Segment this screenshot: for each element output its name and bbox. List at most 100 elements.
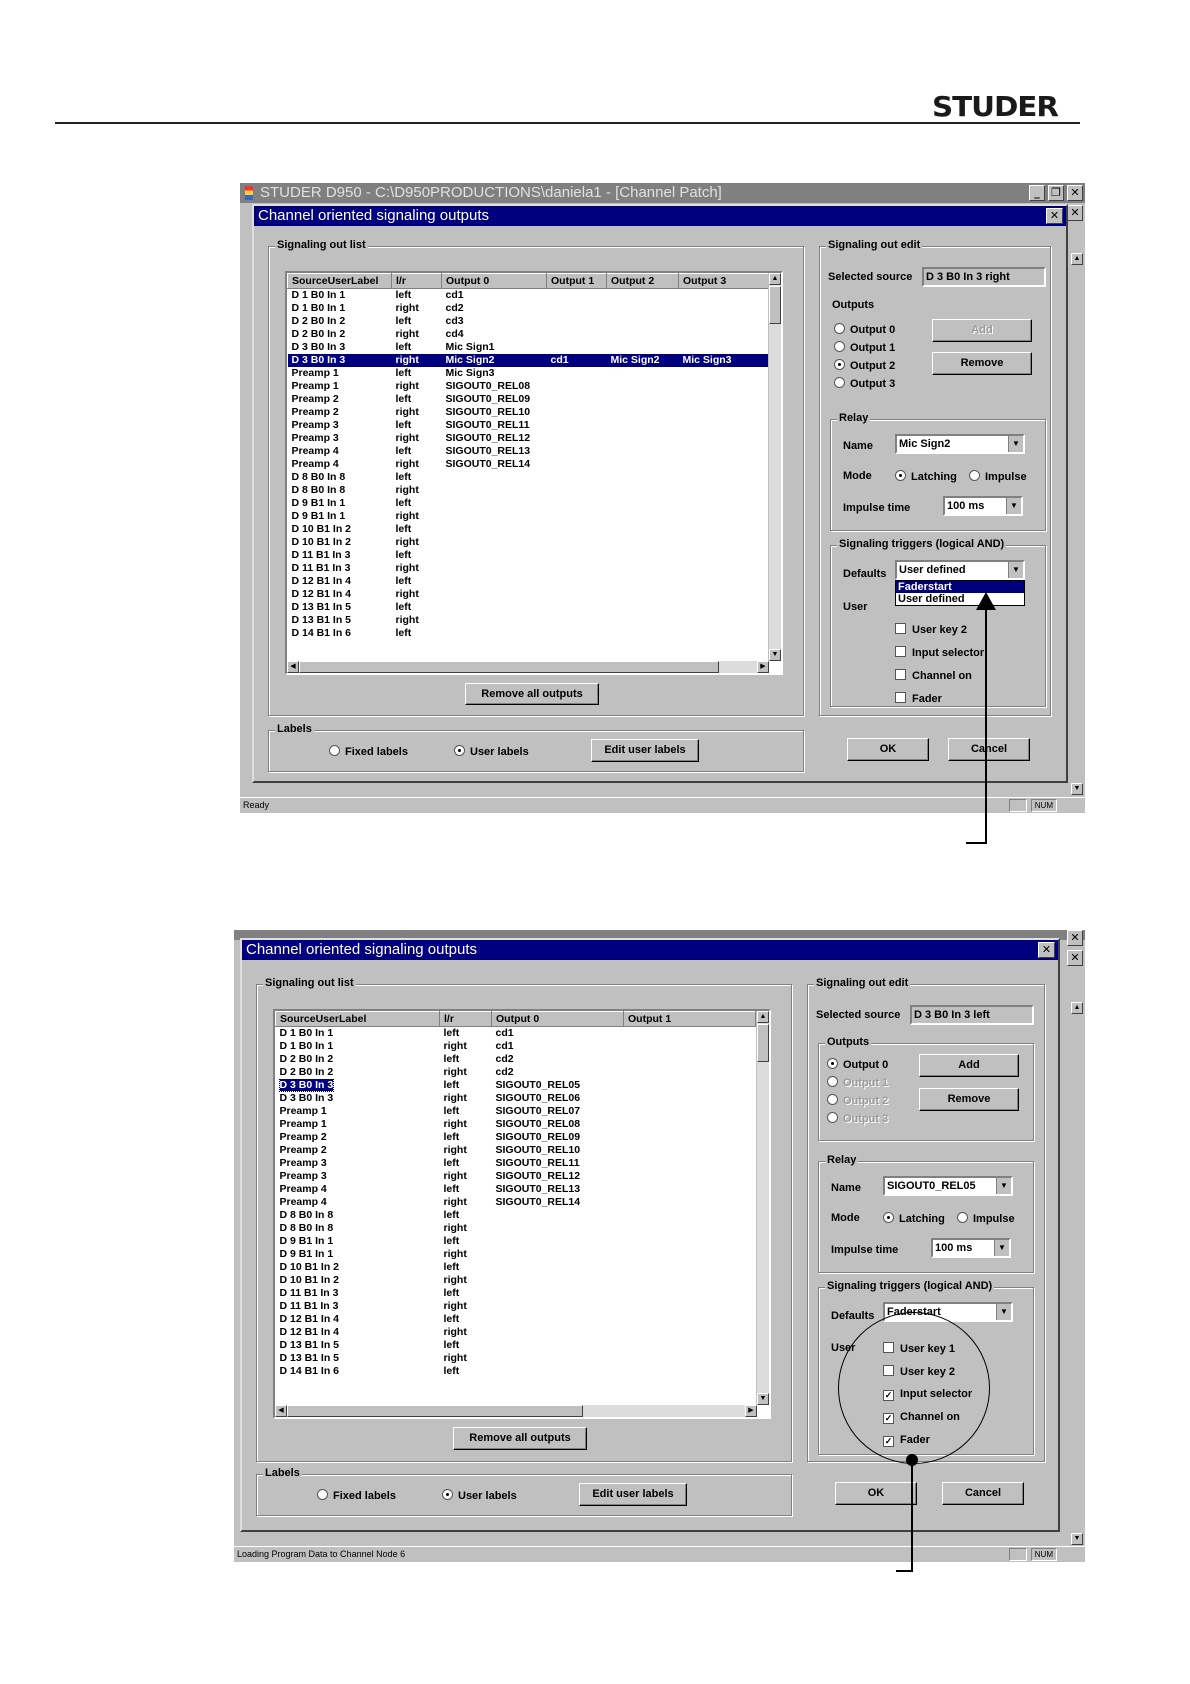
table-horizontal-scrollbar[interactable]: ◀ ▶ bbox=[287, 661, 769, 673]
mdi-close-icon[interactable]: ✕ bbox=[1067, 950, 1083, 966]
relay-name-select[interactable]: SIGOUT0_REL05 ▼ bbox=[883, 1176, 1013, 1196]
dropdown-arrow-icon[interactable]: ▼ bbox=[1008, 436, 1023, 452]
col-output-2[interactable]: Output 2 bbox=[606, 273, 679, 289]
impulse-time-select[interactable]: 100 ms ▼ bbox=[943, 496, 1023, 516]
table-row[interactable]: Preamp 1 left SIGOUT0_REL07 bbox=[276, 1105, 756, 1118]
col-output-0[interactable]: Output 0 bbox=[491, 1011, 624, 1027]
scroll-down-arrow-icon[interactable]: ▼ bbox=[757, 1393, 769, 1405]
dropdown-option-user-defined[interactable]: User defined bbox=[896, 593, 1024, 605]
table-row[interactable]: D 8 B0 In 8 right bbox=[288, 484, 771, 497]
table-row[interactable]: D 9 B1 In 1 left bbox=[288, 497, 771, 510]
remove-button[interactable]: Remove bbox=[932, 352, 1032, 375]
vertical-scroll-thumb[interactable] bbox=[769, 286, 781, 324]
mdi-close-icon[interactable]: ✕ bbox=[1067, 205, 1083, 221]
scroll-up-arrow-icon[interactable]: ▲ bbox=[769, 273, 781, 285]
table-row[interactable]: D 10 B1 In 2 left bbox=[288, 523, 771, 536]
cancel-button[interactable]: Cancel bbox=[948, 738, 1030, 761]
col-output-1[interactable]: Output 1 bbox=[623, 1011, 756, 1027]
output-1-radio[interactable]: Output 1 bbox=[834, 341, 895, 354]
dropdown-arrow-icon[interactable]: ▼ bbox=[994, 1240, 1009, 1256]
table-row[interactable]: D 12 B1 In 4 right bbox=[276, 1326, 756, 1339]
table-row[interactable]: D 2 B0 In 2 right cd2 bbox=[276, 1066, 756, 1079]
scroll-up-arrow-icon[interactable]: ▲ bbox=[757, 1011, 769, 1023]
dropdown-option-faderstart[interactable]: Faderstart bbox=[896, 581, 1024, 593]
table-row[interactable]: Preamp 2 left SIGOUT0_REL09 bbox=[276, 1131, 756, 1144]
fixed-labels-radio[interactable]: Fixed labels bbox=[317, 1489, 396, 1502]
mdi-scroll-down-icon[interactable]: ▼ bbox=[1071, 1533, 1083, 1545]
dialog-close-icon[interactable]: ✕ bbox=[1038, 942, 1055, 958]
table-row[interactable]: D 1 B0 In 1 right cd2 bbox=[288, 302, 771, 315]
output-3-radio[interactable]: Output 3 bbox=[827, 1112, 888, 1125]
table-row[interactable]: Preamp 1 right SIGOUT0_REL08 bbox=[288, 380, 771, 393]
dropdown-arrow-icon[interactable]: ▼ bbox=[1008, 562, 1023, 578]
latching-radio[interactable]: Latching bbox=[895, 470, 957, 483]
impulse-time-select[interactable]: 100 ms ▼ bbox=[931, 1238, 1011, 1258]
table-row[interactable]: D 10 B1 In 2 right bbox=[276, 1274, 756, 1287]
mdi-scroll-up-icon[interactable]: ▲ bbox=[1071, 1002, 1083, 1014]
table-row[interactable]: D 3 B0 In 3 left SIGOUT0_REL05 bbox=[276, 1079, 756, 1092]
table-row[interactable]: Preamp 2 right SIGOUT0_REL10 bbox=[288, 406, 771, 419]
table-row[interactable]: D 13 B1 In 5 left bbox=[288, 601, 771, 614]
scroll-right-arrow-icon[interactable]: ▶ bbox=[757, 661, 769, 673]
table-row[interactable]: D 1 B0 In 1 left cd1 bbox=[288, 289, 771, 303]
table-row[interactable]: Preamp 1 right SIGOUT0_REL08 bbox=[276, 1118, 756, 1131]
dialog-close-icon[interactable]: ✕ bbox=[1046, 208, 1063, 224]
col-lr[interactable]: l/r bbox=[391, 273, 442, 289]
table-row[interactable]: D 8 B0 In 8 left bbox=[276, 1209, 756, 1222]
table-row[interactable]: D 9 B1 In 1 left bbox=[276, 1235, 756, 1248]
col-source-user-label[interactable]: SourceUserLabel bbox=[287, 273, 392, 289]
table-row[interactable]: D 11 B1 In 3 right bbox=[288, 562, 771, 575]
output-0-radio[interactable]: Output 0 bbox=[827, 1058, 888, 1071]
dropdown-arrow-icon[interactable]: ▼ bbox=[996, 1178, 1011, 1194]
ok-button[interactable]: OK bbox=[835, 1482, 917, 1505]
table-row[interactable]: D 13 B1 In 5 right bbox=[276, 1352, 756, 1365]
dropdown-arrow-icon[interactable]: ▼ bbox=[996, 1304, 1011, 1320]
remove-button[interactable]: Remove bbox=[919, 1088, 1019, 1111]
scroll-left-arrow-icon[interactable]: ◀ bbox=[287, 661, 299, 673]
table-row[interactable]: Preamp 3 right SIGOUT0_REL12 bbox=[288, 432, 771, 445]
table-row[interactable]: Preamp 1 left Mic Sign3 bbox=[288, 367, 771, 380]
table-row[interactable]: D 9 B1 In 1 right bbox=[288, 510, 771, 523]
trigger-input-selector[interactable]: Input selector bbox=[895, 646, 984, 659]
table-row[interactable]: D 12 B1 In 4 right bbox=[288, 588, 771, 601]
scroll-right-arrow-icon[interactable]: ▶ bbox=[745, 1405, 757, 1417]
table-row[interactable]: D 10 B1 In 2 left bbox=[276, 1261, 756, 1274]
table-row[interactable]: D 3 B0 In 3 right Mic Sign2 cd1 Mic Sign2 Mic… bbox=[287, 354, 771, 367]
table-row[interactable]: Preamp 3 right SIGOUT0_REL12 bbox=[276, 1170, 756, 1183]
impulse-radio[interactable]: Impulse bbox=[957, 1212, 1015, 1225]
table-row[interactable]: Preamp 4 left SIGOUT0_REL13 bbox=[276, 1183, 756, 1196]
table-row[interactable]: D 11 B1 In 3 right bbox=[276, 1300, 756, 1313]
table-row[interactable]: Preamp 4 right SIGOUT0_REL14 bbox=[288, 458, 771, 471]
table-vertical-scrollbar[interactable]: ▲ ▼ bbox=[768, 273, 781, 661]
defaults-dropdown-list[interactable]: Faderstart User defined bbox=[895, 580, 1025, 606]
signaling-out-table[interactable]: SourceUserLabel l/r Output 0 Output 1 Ou… bbox=[285, 271, 783, 675]
table-row[interactable]: D 13 B1 In 5 left bbox=[276, 1339, 756, 1352]
trigger-channel-on[interactable]: Channel on bbox=[895, 669, 972, 682]
restore-icon[interactable]: ❐ bbox=[1048, 185, 1064, 201]
table-row[interactable]: D 3 B0 In 3 left Mic Sign1 bbox=[288, 341, 771, 354]
mdi-scroll-down-icon[interactable]: ▼ bbox=[1071, 783, 1083, 795]
table-row[interactable]: D 3 B0 In 3 right SIGOUT0_REL06 bbox=[276, 1092, 756, 1105]
table-row[interactable]: D 14 B1 In 6 left bbox=[288, 627, 771, 640]
cancel-button[interactable]: Cancel bbox=[942, 1482, 1024, 1505]
col-output-3[interactable]: Output 3 bbox=[678, 273, 771, 289]
trigger-fader[interactable]: Fader bbox=[895, 692, 942, 705]
horizontal-scroll-thumb[interactable] bbox=[287, 1405, 583, 1417]
signaling-out-table[interactable]: SourceUserLabel l/r Output 0 Output 1 D … bbox=[273, 1009, 771, 1419]
table-row[interactable]: Preamp 3 left SIGOUT0_REL11 bbox=[288, 419, 771, 432]
fixed-labels-radio[interactable]: Fixed labels bbox=[329, 745, 408, 758]
edit-user-labels-button[interactable]: Edit user labels bbox=[579, 1483, 687, 1506]
table-row[interactable]: D 1 B0 In 1 left cd1 bbox=[276, 1027, 756, 1041]
add-button[interactable]: Add bbox=[919, 1054, 1019, 1077]
output-2-radio[interactable]: Output 2 bbox=[827, 1094, 888, 1107]
table-row[interactable]: Preamp 4 left SIGOUT0_REL13 bbox=[288, 445, 771, 458]
table-row[interactable]: D 11 B1 In 3 left bbox=[276, 1287, 756, 1300]
table-row[interactable]: Preamp 4 right SIGOUT0_REL14 bbox=[276, 1196, 756, 1209]
user-labels-radio[interactable]: User labels bbox=[442, 1489, 517, 1502]
table-vertical-scrollbar[interactable]: ▲ ▼ bbox=[756, 1011, 769, 1405]
table-row[interactable]: D 12 B1 In 4 left bbox=[276, 1313, 756, 1326]
output-1-radio[interactable]: Output 1 bbox=[827, 1076, 888, 1089]
defaults-select[interactable]: User defined ▼ bbox=[895, 560, 1025, 580]
latching-radio[interactable]: Latching bbox=[883, 1212, 945, 1225]
table-row[interactable]: D 2 B0 In 2 left cd2 bbox=[276, 1053, 756, 1066]
